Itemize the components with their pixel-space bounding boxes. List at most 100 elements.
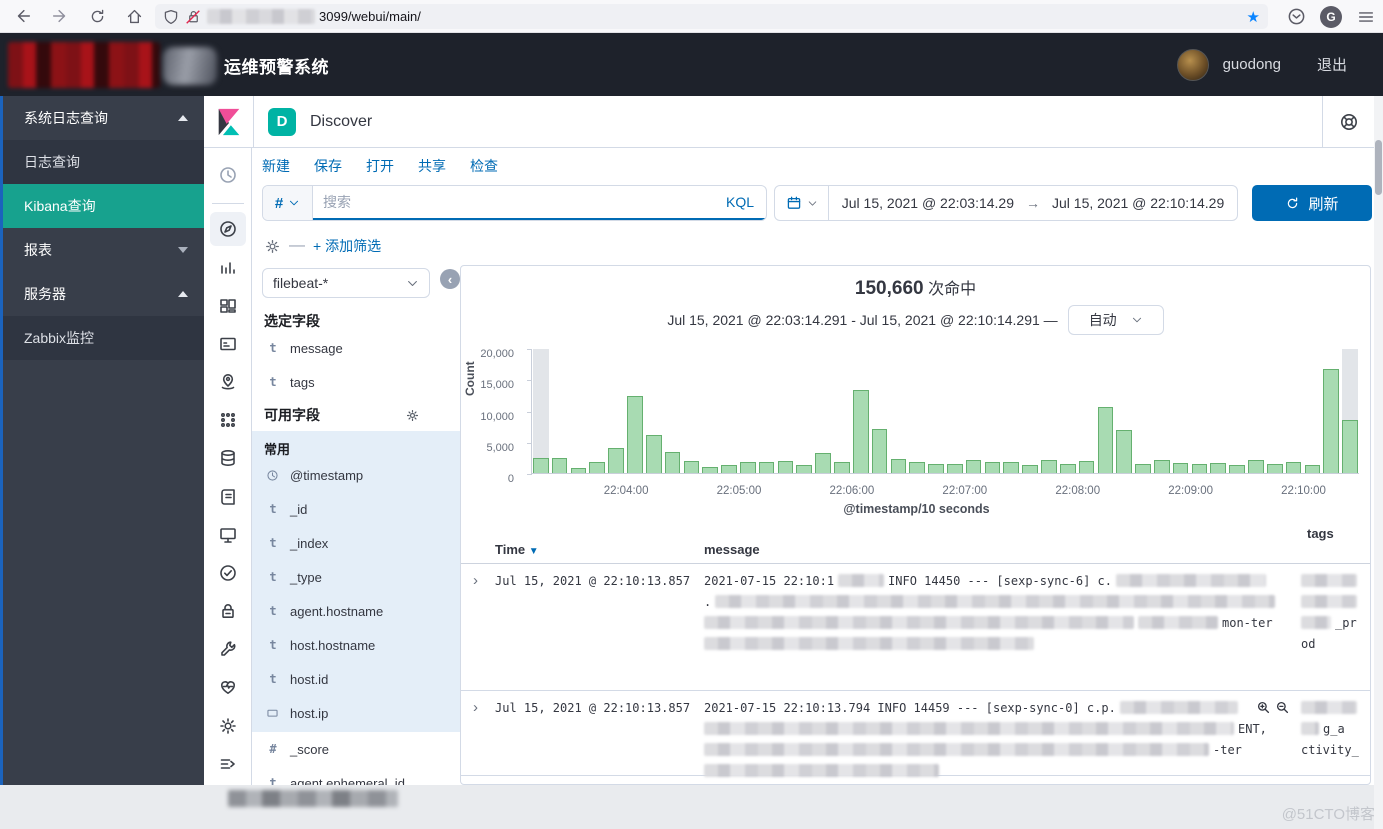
expand-row-icon[interactable]: ›: [473, 699, 478, 716]
search-input[interactable]: [313, 194, 726, 210]
discover-compass-icon[interactable]: [210, 212, 246, 246]
discover-menu-link-2[interactable]: 保存: [314, 156, 342, 176]
management-gear-icon[interactable]: [210, 709, 246, 743]
filter-settings-gear-icon[interactable]: [264, 238, 281, 255]
dashboard-icon[interactable]: [210, 289, 246, 323]
field-item-@timestamp[interactable]: @timestamp: [252, 458, 460, 492]
query-language-button[interactable]: KQL: [726, 194, 766, 210]
space-avatar[interactable]: D: [268, 108, 296, 136]
uptime-icon[interactable]: [210, 518, 246, 552]
histogram-bar[interactable]: [1248, 460, 1264, 473]
bookmark-star-icon[interactable]: ★: [1247, 8, 1260, 26]
address-bar[interactable]: 3099/webui/main/ ★: [155, 4, 1268, 29]
field-item-_id[interactable]: t_id: [252, 492, 460, 526]
metrics-icon[interactable]: [210, 556, 246, 590]
home-icon[interactable]: [120, 3, 148, 29]
histogram-bar[interactable]: [947, 464, 963, 473]
canvas-icon[interactable]: [210, 327, 246, 361]
column-time[interactable]: Time ▼: [495, 542, 539, 557]
histogram-bar[interactable]: [665, 452, 681, 473]
histogram-bar[interactable]: [608, 448, 624, 473]
histogram-bar[interactable]: [759, 462, 775, 473]
histogram-bar[interactable]: [796, 465, 812, 473]
discover-menu-link-4[interactable]: 共享: [418, 156, 446, 176]
sidebar-item-1[interactable]: 系统日志查询: [0, 96, 204, 140]
field-item-tags[interactable]: ttags: [252, 365, 460, 399]
sidebar-item-2[interactable]: 日志查询: [0, 140, 204, 184]
logout-button[interactable]: 退出: [1317, 54, 1347, 75]
histogram-bar[interactable]: [1173, 463, 1189, 473]
browser-account-avatar[interactable]: G: [1320, 6, 1342, 28]
histogram-bar[interactable]: [966, 460, 982, 473]
histogram-bar[interactable]: [928, 464, 944, 473]
sidebar-item-6[interactable]: Zabbix监控: [0, 316, 204, 360]
histogram-bar[interactable]: [909, 462, 925, 473]
date-range-picker[interactable]: Jul 15, 2021 @ 22:03:14.29 → Jul 15, 202…: [774, 185, 1238, 221]
page-scrollbar[interactable]: [1374, 96, 1383, 829]
calendar-dropdown-button[interactable]: [775, 186, 829, 220]
dev-tools-wrench-icon[interactable]: [210, 632, 246, 666]
table-row[interactable]: ›Jul 15, 2021 @ 22:10:13.8572021-07-15 2…: [461, 564, 1371, 691]
time-from[interactable]: Jul 15, 2021 @ 22:03:14.29: [842, 195, 1014, 211]
logs-icon[interactable]: [210, 441, 246, 475]
histogram-bar[interactable]: [646, 435, 662, 473]
pocket-icon[interactable]: [1287, 7, 1306, 26]
column-message[interactable]: message: [704, 542, 760, 557]
histogram-bar[interactable]: [834, 462, 850, 473]
histogram-bar[interactable]: [1210, 463, 1226, 473]
histogram-bar[interactable]: [778, 461, 794, 473]
field-item-agent.hostname[interactable]: tagent.hostname: [252, 594, 460, 628]
histogram-bar[interactable]: [627, 396, 643, 473]
lock-insecure-icon[interactable]: [186, 9, 201, 24]
scrollbar-thumb[interactable]: [1375, 140, 1382, 195]
histogram-bar[interactable]: [533, 458, 549, 473]
histogram-bar[interactable]: [1154, 460, 1170, 473]
histogram-bar[interactable]: [1135, 464, 1151, 473]
collapse-sidebar-button[interactable]: ‹: [440, 269, 460, 289]
apm-icon[interactable]: [210, 479, 246, 513]
histogram-bar[interactable]: [571, 468, 587, 473]
index-pattern-select[interactable]: filebeat-*: [262, 268, 430, 298]
field-item-_type[interactable]: t_type: [252, 560, 460, 594]
histogram-bar[interactable]: [1116, 430, 1132, 473]
histogram-bar[interactable]: [1323, 369, 1339, 473]
discover-menu-link-1[interactable]: 新建: [262, 156, 290, 176]
field-item-_score[interactable]: #_score: [252, 732, 460, 766]
add-filter-link[interactable]: + 添加筛选: [313, 236, 381, 256]
histogram-bar[interactable]: [1041, 460, 1057, 473]
interval-select[interactable]: 自动: [1068, 305, 1164, 335]
shield-icon[interactable]: [163, 9, 179, 25]
field-item-message[interactable]: tmessage: [252, 331, 460, 365]
histogram-bar[interactable]: [815, 453, 831, 473]
column-tags[interactable]: tags: [1307, 526, 1334, 541]
field-item-host.id[interactable]: thost.id: [252, 662, 460, 696]
user-avatar[interactable]: [1177, 49, 1209, 81]
time-to[interactable]: Jul 15, 2021 @ 22:10:14.29: [1052, 195, 1224, 211]
field-settings-gear-icon[interactable]: [405, 408, 420, 423]
sidebar-item-4[interactable]: 报表: [0, 228, 204, 272]
back-icon[interactable]: [9, 3, 37, 29]
discover-menu-link-5[interactable]: 检查: [470, 156, 498, 176]
sidebar-item-5[interactable]: 服务器: [0, 272, 204, 316]
histogram-bar[interactable]: [702, 467, 718, 473]
collapse-menu-icon[interactable]: [210, 747, 246, 781]
histogram-bar[interactable]: [1229, 465, 1245, 473]
field-item-host.hostname[interactable]: thost.hostname: [252, 628, 460, 662]
histogram-bar[interactable]: [1192, 464, 1208, 473]
kibana-logo-icon[interactable]: [214, 107, 244, 137]
table-row[interactable]: ›Jul 15, 2021 @ 22:10:13.8572021-07-15 2…: [461, 691, 1371, 776]
histogram-bar[interactable]: [853, 390, 869, 473]
menu-hamburger-icon[interactable]: [1357, 8, 1375, 26]
field-item-_index[interactable]: t_index: [252, 526, 460, 560]
expand-row-icon[interactable]: ›: [473, 572, 478, 589]
histogram-bar[interactable]: [1060, 464, 1076, 473]
discover-menu-link-3[interactable]: 打开: [366, 156, 394, 176]
histogram-bar[interactable]: [1079, 461, 1095, 473]
histogram-bar[interactable]: [1267, 464, 1283, 473]
magnifier-minus-icon[interactable]: [1275, 700, 1290, 715]
histogram-bar[interactable]: [684, 461, 700, 473]
help-icon[interactable]: [1322, 96, 1375, 148]
stack-monitoring-icon[interactable]: [210, 670, 246, 704]
histogram-bar[interactable]: [1022, 465, 1038, 473]
histogram-bar[interactable]: [985, 462, 1001, 473]
